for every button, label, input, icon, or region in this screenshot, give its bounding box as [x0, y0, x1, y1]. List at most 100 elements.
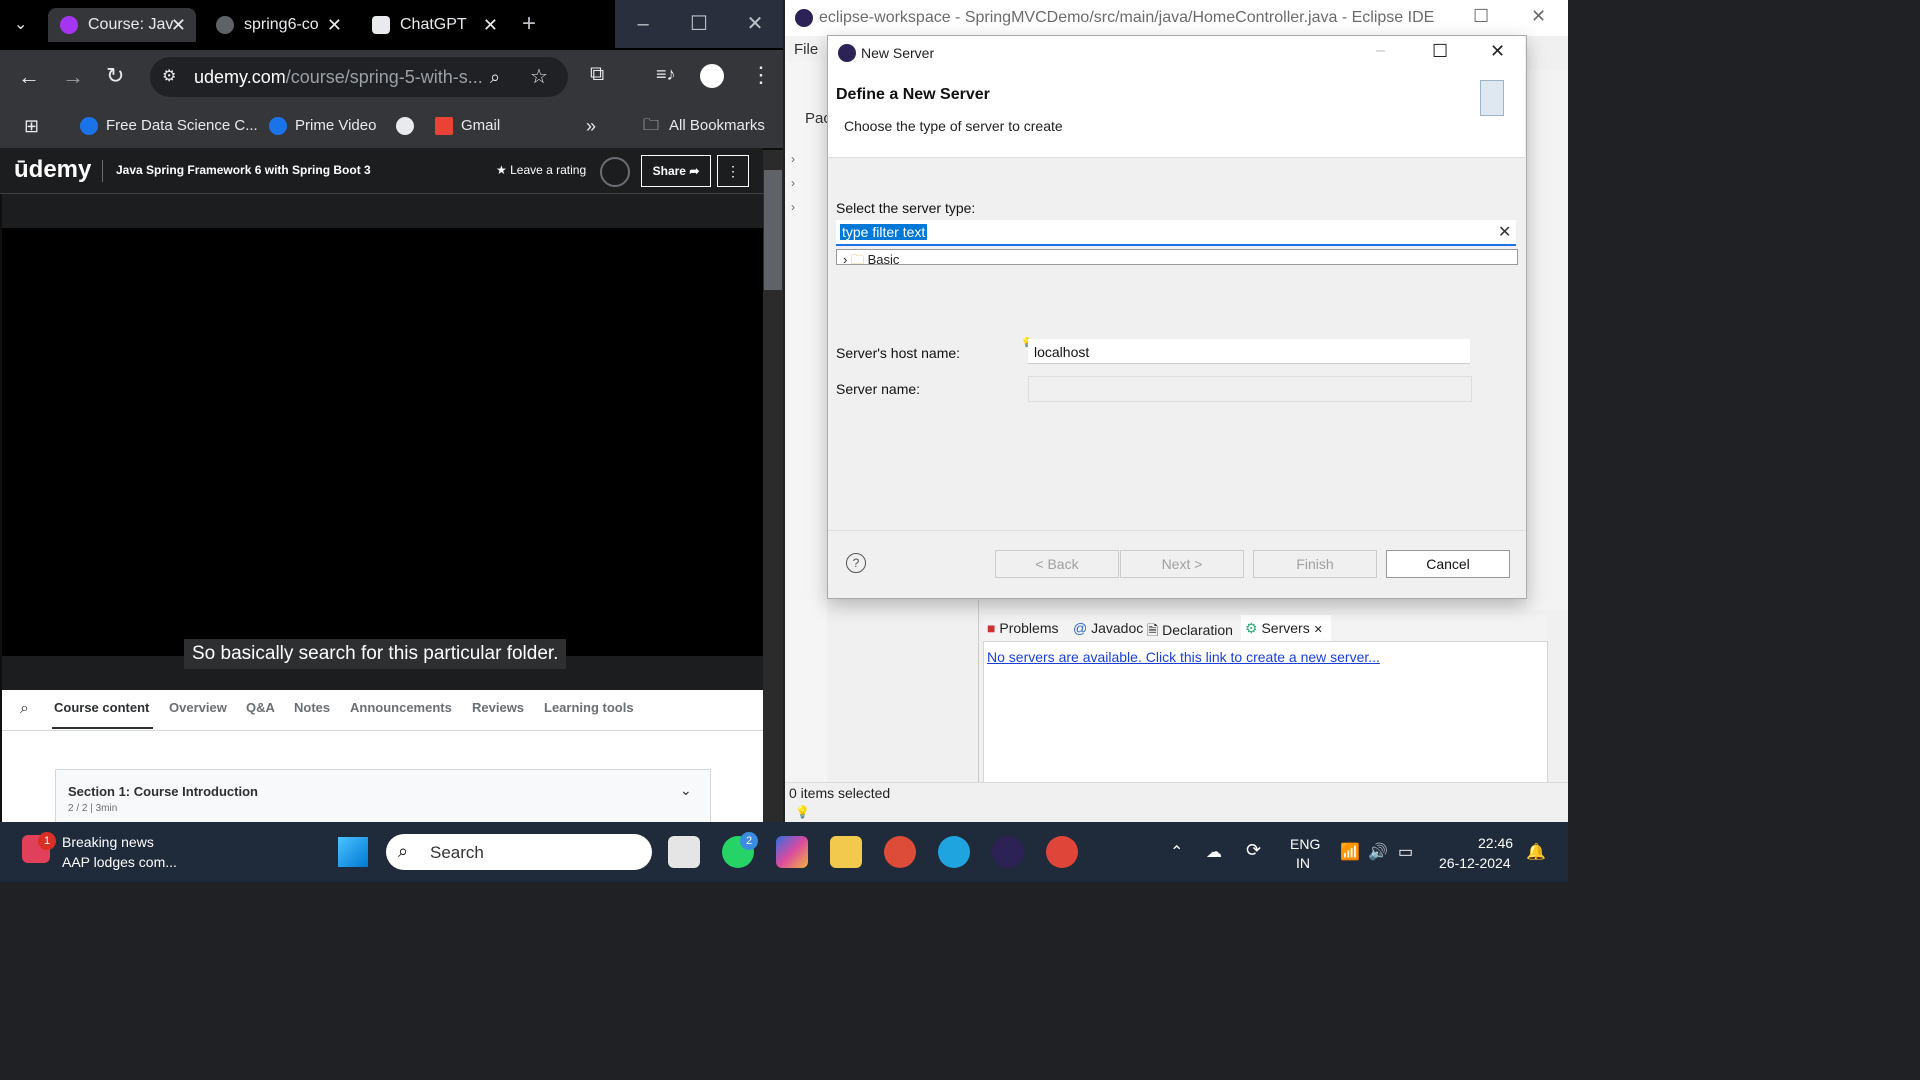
task-view-icon[interactable] [668, 836, 700, 868]
tab-notes[interactable]: Notes [294, 700, 330, 715]
page-scrollbar[interactable] [763, 150, 783, 822]
close-tab-icon[interactable]: ✕ [171, 15, 186, 36]
tab-search-chevron-icon[interactable]: ⌄ [14, 14, 27, 34]
bookmark-item[interactable]: Prime Video [269, 104, 376, 148]
bookmark-star-icon[interactable]: ☆ [530, 57, 548, 97]
tree-item-basic[interactable]: › 🗀 Basic [843, 251, 899, 264]
tab-servers[interactable]: ⚙ Servers ✕ [1241, 615, 1331, 641]
forward-icon[interactable]: → [62, 64, 84, 90]
copilot-icon[interactable] [776, 836, 808, 868]
globe-bookmark-icon[interactable] [396, 104, 422, 148]
finish-button[interactable]: Finish [1253, 550, 1377, 578]
lightbulb-icon[interactable]: 💡 [795, 805, 810, 819]
cancel-button[interactable]: Cancel [1386, 550, 1510, 578]
show-hidden-icons-icon[interactable]: ⌃ [1170, 842, 1183, 862]
minimize-icon[interactable]: – [1376, 42, 1385, 60]
help-icon[interactable]: ? [846, 553, 866, 573]
chevron-down-icon[interactable]: ⌄ [680, 782, 692, 799]
tab-problems[interactable]: ■ Problems [987, 620, 1059, 636]
tab-chatgpt[interactable]: ChatGPT ✕ [360, 8, 508, 42]
tab-overview[interactable]: Overview [169, 700, 227, 715]
tab-course-content[interactable]: Course content [54, 700, 149, 715]
clock-time[interactable]: 22:46 [1478, 835, 1513, 851]
tree-expand-icon[interactable]: › [791, 152, 795, 166]
battery-icon[interactable]: ▭ [1398, 842, 1413, 862]
server-type-tree[interactable]: › 🗀 Basic [836, 249, 1518, 265]
close-tab-icon[interactable]: ✕ [1314, 624, 1323, 636]
news-subtitle[interactable]: AAP lodges com... [62, 854, 177, 870]
notifications-bell-icon[interactable]: 🔔 [1526, 842, 1546, 862]
close-tab-icon[interactable]: ✕ [327, 15, 342, 36]
tree-expand-icon[interactable]: › [791, 176, 795, 190]
create-server-link[interactable]: No servers are available. Click this lin… [987, 649, 1380, 665]
section-header[interactable]: Section 1: Course Introduction 2 / 2 | 3… [55, 769, 711, 823]
maximize-icon[interactable]: ☐ [1473, 6, 1489, 27]
edge-icon[interactable] [938, 836, 970, 868]
file-explorer-icon[interactable] [830, 836, 862, 868]
maximize-icon[interactable]: ☐ [671, 0, 727, 48]
new-tab-icon[interactable]: + [522, 10, 536, 38]
clock-date[interactable]: 26-12-2024 [1439, 855, 1511, 871]
close-dialog-icon[interactable]: ✕ [1490, 41, 1505, 62]
tab-javadoc[interactable]: @ Javadoc [1073, 620, 1143, 636]
chrome-ai-icon[interactable] [1046, 836, 1078, 868]
scrollbar-thumb[interactable] [764, 170, 782, 290]
course-title[interactable]: Java Spring Framework 6 with Spring Boot… [116, 163, 371, 177]
onedrive-icon[interactable]: ☁ [1206, 842, 1222, 862]
tab-github[interactable]: spring6-co ✕ [204, 8, 352, 42]
tab-qa[interactable]: Q&A [246, 700, 275, 715]
next-button[interactable]: Next > [1120, 550, 1244, 578]
profile-avatar[interactable] [700, 64, 724, 88]
share-button[interactable]: Share ➦ [641, 155, 711, 187]
region-indicator[interactable]: IN [1296, 855, 1310, 871]
site-info-icon[interactable]: ⚙ [162, 57, 176, 97]
tab-udemy[interactable]: Course: Jav ✕ [48, 8, 196, 42]
chrome-icon[interactable] [884, 836, 916, 868]
news-title[interactable]: Breaking news [62, 834, 154, 850]
udemy-logo[interactable]: ūdemy [14, 156, 91, 184]
leave-rating[interactable]: ★ Leave a rating [496, 163, 586, 177]
tree-expand-icon[interactable]: › [791, 200, 795, 214]
reload-icon[interactable]: ↻ [106, 63, 124, 89]
host-name-input[interactable]: localhost [1028, 339, 1470, 364]
back-icon[interactable]: ← [18, 64, 40, 90]
bookmark-item[interactable]: Gmail [435, 104, 500, 148]
divider [102, 160, 103, 182]
volume-icon[interactable]: 🔊 [1368, 842, 1388, 862]
media-controls-icon[interactable]: ≡♪ [656, 64, 676, 85]
filter-input[interactable]: type filter text ✕ [836, 220, 1516, 246]
video-player[interactable] [2, 228, 763, 689]
apps-grid-icon[interactable]: ⊞ [24, 104, 39, 148]
zoom-icon[interactable]: ⌕ [490, 57, 500, 97]
sync-icon[interactable]: ⟳ [1246, 840, 1261, 861]
minimize-icon[interactable]: – [615, 0, 671, 48]
tab-reviews[interactable]: Reviews [472, 700, 524, 715]
wifi-icon[interactable]: 📶 [1340, 842, 1360, 862]
windows-start-icon[interactable] [338, 837, 368, 867]
eclipse-icon[interactable] [992, 836, 1024, 868]
menu-file[interactable]: File [794, 41, 818, 58]
star-icon: ★ [496, 163, 511, 177]
clear-filter-icon[interactable]: ✕ [1498, 222, 1511, 242]
maximize-icon[interactable]: ☐ [1432, 41, 1448, 62]
server-name-input[interactable] [1028, 376, 1472, 402]
close-tab-icon[interactable]: ✕ [483, 15, 498, 36]
more-bookmarks-icon[interactable]: » [586, 104, 596, 148]
more-options-icon[interactable]: ⋮ [717, 155, 749, 187]
extensions-icon[interactable]: ⧉ [590, 63, 604, 86]
close-window-icon[interactable]: ✕ [727, 0, 783, 48]
close-window-icon[interactable]: ✕ [1531, 6, 1546, 27]
chrome-menu-icon[interactable]: ⋮ [750, 62, 772, 88]
bookmark-item[interactable]: Free Data Science C... [80, 104, 258, 148]
dialog-header: Define a New Server Choose the type of s… [828, 70, 1525, 158]
language-indicator[interactable]: ENG [1290, 836, 1320, 852]
back-button[interactable]: < Back [995, 550, 1119, 578]
search-icon[interactable]: ⌕ [20, 700, 29, 718]
taskbar-search[interactable]: ⌕ Search [386, 834, 652, 870]
tab-announcements[interactable]: Announcements [350, 700, 452, 715]
all-bookmarks[interactable]: 🗀 All Bookmarks [643, 104, 765, 148]
progress-trophy-icon[interactable] [600, 157, 630, 187]
tab-learning-tools[interactable]: Learning tools [544, 700, 634, 715]
address-bar[interactable]: ⚙ udemy.com/course/spring-5-with-s... ⌕ … [150, 57, 568, 97]
declaration-icon: 🗎 [1147, 622, 1159, 638]
